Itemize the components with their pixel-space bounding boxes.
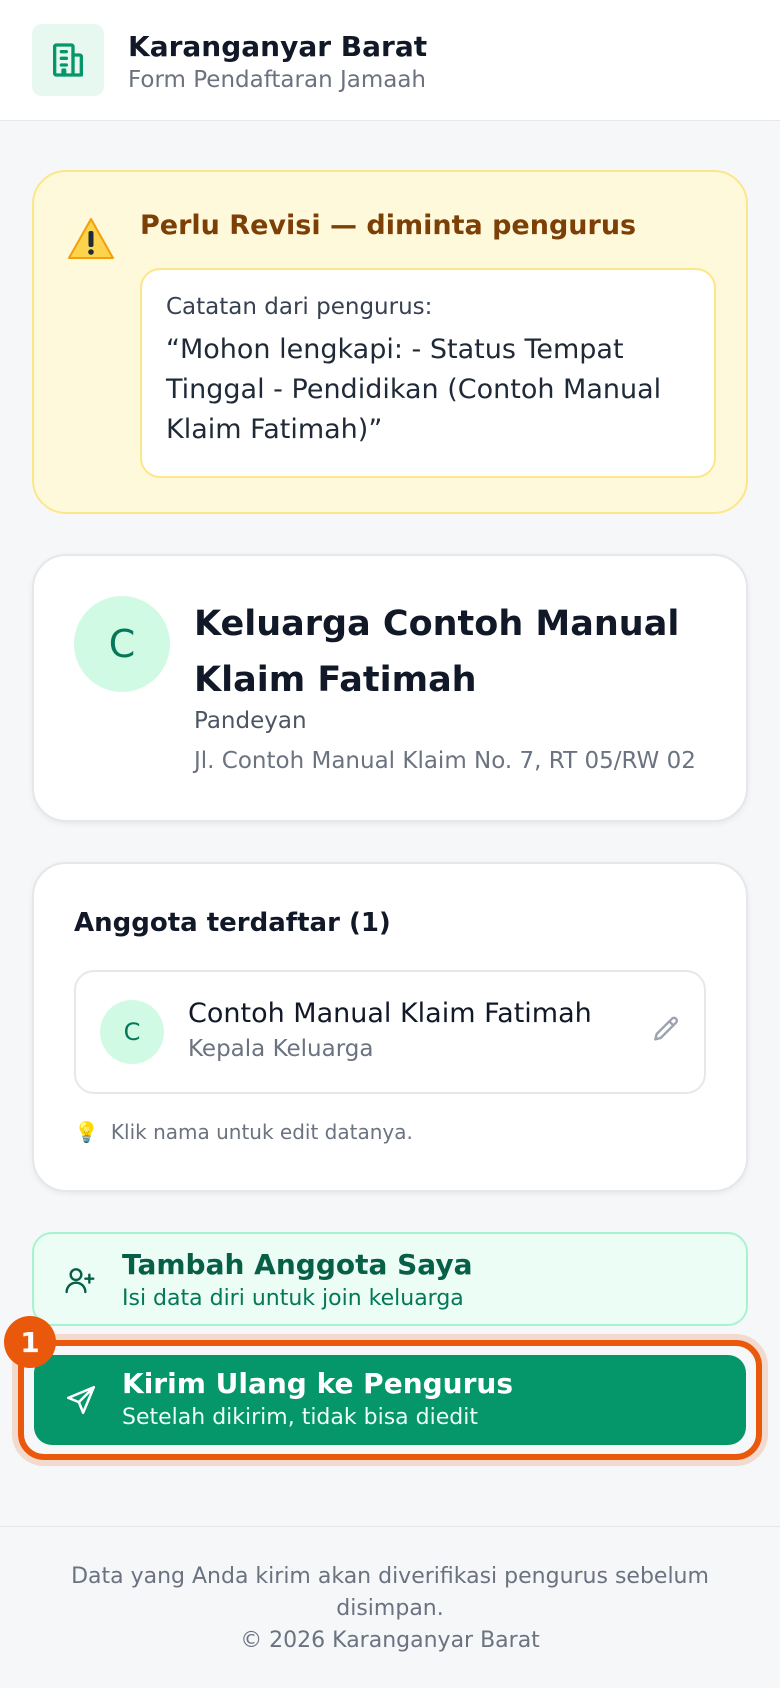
- step-badge: 1: [4, 1316, 56, 1368]
- member-name[interactable]: Contoh Manual Klaim Fatimah: [188, 998, 592, 1029]
- app-subtitle: Form Pendaftaran Jamaah: [128, 67, 427, 93]
- pencil-icon[interactable]: [650, 1014, 682, 1046]
- send-icon: [66, 1385, 96, 1415]
- alert-title: Perlu Revisi — diminta pengurus: [140, 210, 637, 241]
- family-area: Pandeyan: [194, 708, 307, 734]
- family-name: Keluarga Contoh Manual Klaim Fatimah: [194, 604, 680, 700]
- footer-note: Data yang Anda kirim akan diverifikasi p…: [71, 1564, 709, 1621]
- resubmit-subtitle: Setelah dikirim, tidak bisa diedit: [122, 1405, 478, 1430]
- edit-hint: 💡 Klik nama untuk edit datanya.: [74, 1120, 413, 1144]
- user-plus-icon: [65, 1268, 95, 1294]
- note-text: “Mohon lengkapi: - Status Tempat Tinggal…: [166, 334, 662, 445]
- admin-note: Catatan dari pengurus: “Mohon lengkapi: …: [140, 268, 716, 478]
- member-avatar: C: [100, 1000, 164, 1064]
- note-label: Catatan dari pengurus:: [166, 294, 433, 320]
- revision-alert: Perlu Revisi — diminta pengurus Catatan …: [32, 170, 748, 514]
- lightbulb-icon: 💡: [74, 1120, 99, 1144]
- app-title: Karanganyar Barat: [128, 30, 428, 63]
- member-role: Kepala Keluarga: [188, 1036, 374, 1062]
- warning-icon: [68, 218, 114, 259]
- footer: Data yang Anda kirim akan diverifikasi p…: [0, 1526, 780, 1688]
- logo: [32, 24, 104, 96]
- hint-text: Klik nama untuk edit datanya.: [110, 1120, 413, 1144]
- member-row[interactable]: C Contoh Manual Klaim Fatimah Kepala Kel…: [74, 970, 706, 1094]
- resubmit-button[interactable]: Kirim Ulang ke Pengurus Setelah dikirim,…: [34, 1355, 746, 1445]
- resubmit-title: Kirim Ulang ke Pengurus: [122, 1367, 514, 1400]
- app-header: Karanganyar Barat Form Pendaftaran Jamaa…: [0, 0, 780, 121]
- members-title: Anggota terdaftar (1): [74, 908, 391, 938]
- family-card: C Keluarga Contoh Manual Klaim Fatimah P…: [32, 554, 748, 822]
- footer-copyright: © 2026 Karanganyar Barat: [240, 1628, 540, 1653]
- add-member-subtitle: Isi data diri untuk join keluarga: [122, 1286, 464, 1311]
- building-icon: [53, 43, 84, 77]
- members-card: Anggota terdaftar (1) C Contoh Manual Kl…: [32, 862, 748, 1192]
- add-member-button[interactable]: Tambah Anggota Saya Isi data diri untuk …: [32, 1232, 748, 1326]
- family-address: Jl. Contoh Manual Klaim No. 7, RT 05/RW …: [194, 748, 696, 774]
- family-avatar: C: [74, 596, 170, 692]
- add-member-title: Tambah Anggota Saya: [122, 1248, 473, 1281]
